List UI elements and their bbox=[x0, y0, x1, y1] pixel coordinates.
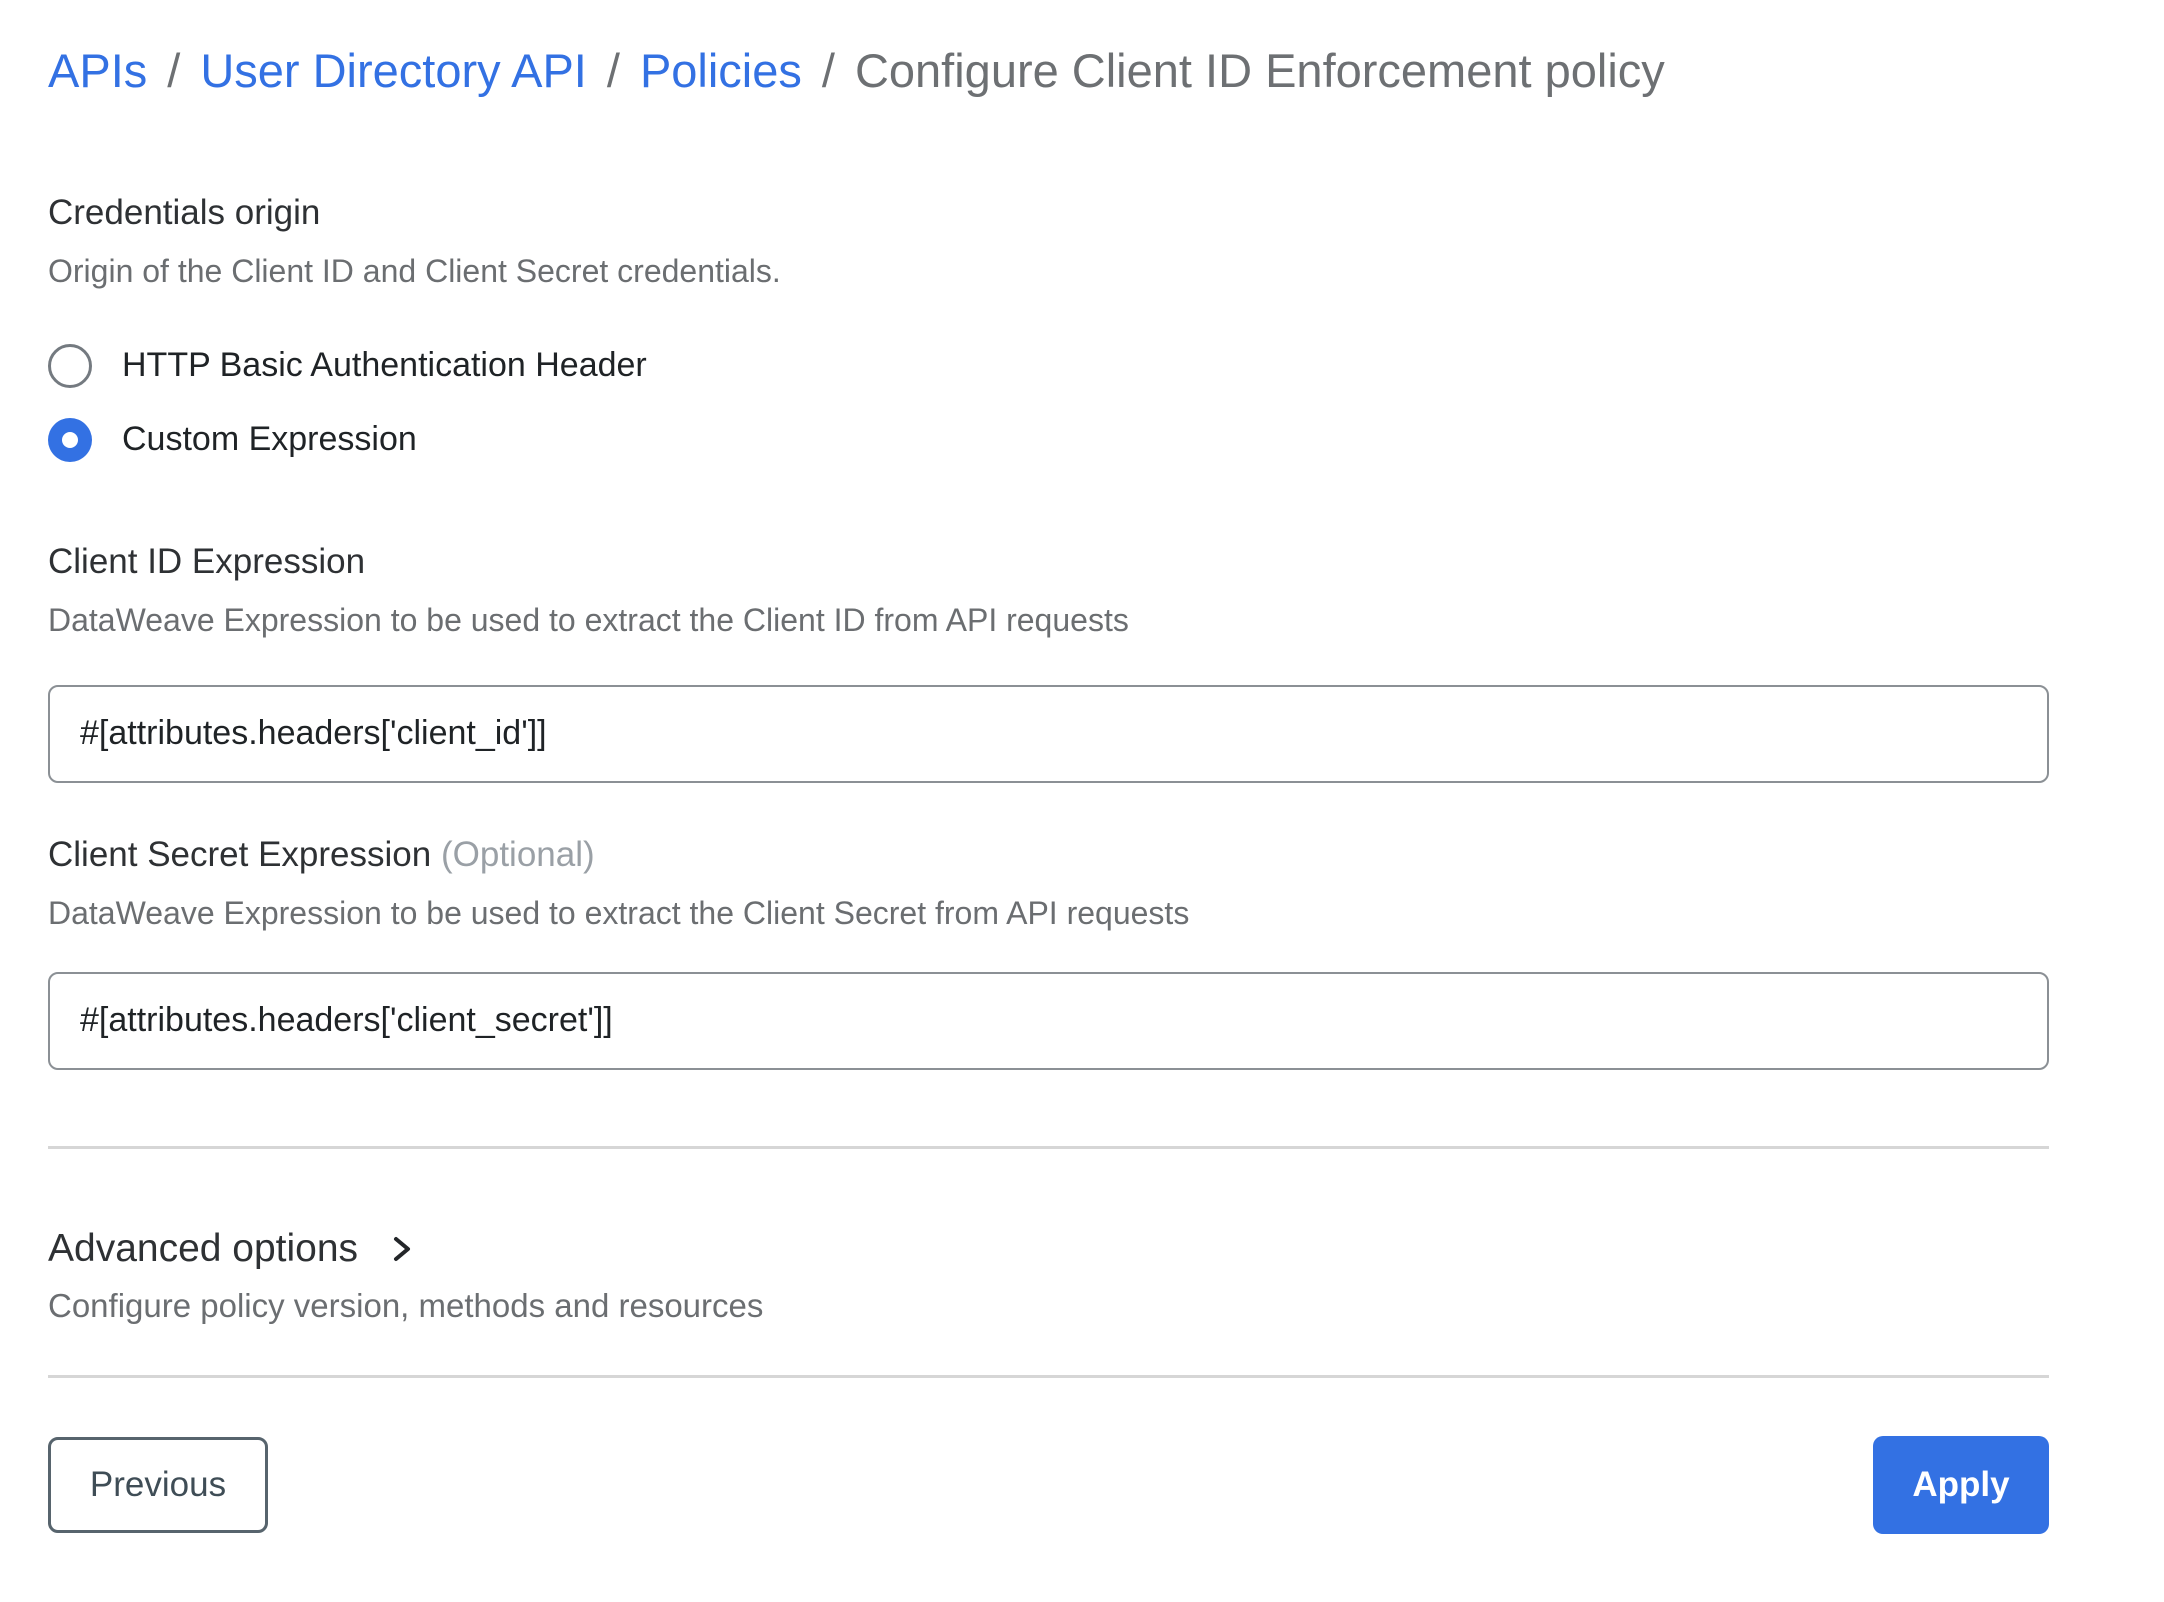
breadcrumb-link-user-directory-api[interactable]: User Directory API bbox=[200, 44, 587, 97]
footer-divider bbox=[48, 1374, 2049, 1378]
chevron-right-icon bbox=[390, 1232, 414, 1266]
breadcrumb-link-apis[interactable]: APIs bbox=[48, 44, 147, 97]
breadcrumb: APIs / User Directory API / Policies / Configu… bbox=[48, 42, 2049, 101]
radio-option-label: Custom Expression bbox=[122, 420, 417, 459]
advanced-options-toggle[interactable]: Advanced options bbox=[48, 1227, 2049, 1271]
breadcrumb-link-policies[interactable]: Policies bbox=[640, 44, 802, 97]
policy-config-page: APIs / User Directory API / Policies / Configu… bbox=[0, 0, 2164, 1602]
breadcrumb-separator: / bbox=[606, 44, 620, 97]
radio-button-icon[interactable] bbox=[48, 343, 92, 388]
credentials-origin-radio-group: HTTP Basic Authentication Header Custom … bbox=[48, 343, 2049, 462]
client-secret-expression-label-text: Client Secret Expression bbox=[48, 834, 432, 874]
advanced-options-description: Configure policy version, methods and re… bbox=[48, 1286, 764, 1324]
footer-actions: Previous Apply bbox=[48, 1435, 2049, 1534]
credentials-origin-label: Credentials origin bbox=[48, 192, 321, 232]
breadcrumb-separator: / bbox=[167, 44, 181, 97]
previous-button[interactable]: Previous bbox=[48, 1436, 268, 1533]
client-id-expression-label: Client ID Expression bbox=[48, 541, 366, 581]
radio-button-icon[interactable] bbox=[48, 417, 92, 462]
advanced-options-label: Advanced options bbox=[48, 1226, 359, 1270]
page-title: Configure Client ID Enforcement policy bbox=[854, 44, 1665, 97]
client-id-expression-input[interactable] bbox=[48, 684, 2049, 783]
client-secret-expression-input[interactable] bbox=[48, 971, 2049, 1070]
client-id-expression-description: DataWeave Expression to be used to extra… bbox=[48, 601, 1129, 638]
section-divider bbox=[48, 1145, 2049, 1149]
credentials-origin-description: Origin of the Client ID and Client Secre… bbox=[48, 252, 781, 289]
client-secret-expression-description: DataWeave Expression to be used to extra… bbox=[48, 894, 1190, 931]
radio-option-custom-expression[interactable]: Custom Expression bbox=[48, 417, 2049, 462]
radio-option-http-basic-auth-header[interactable]: HTTP Basic Authentication Header bbox=[48, 343, 2049, 388]
radio-option-label: HTTP Basic Authentication Header bbox=[122, 346, 647, 385]
client-secret-expression-label: Client Secret Expression (Optional) bbox=[48, 835, 2049, 875]
optional-suffix: (Optional) bbox=[440, 834, 595, 874]
breadcrumb-separator: / bbox=[821, 44, 835, 97]
apply-button[interactable]: Apply bbox=[1873, 1435, 2049, 1534]
